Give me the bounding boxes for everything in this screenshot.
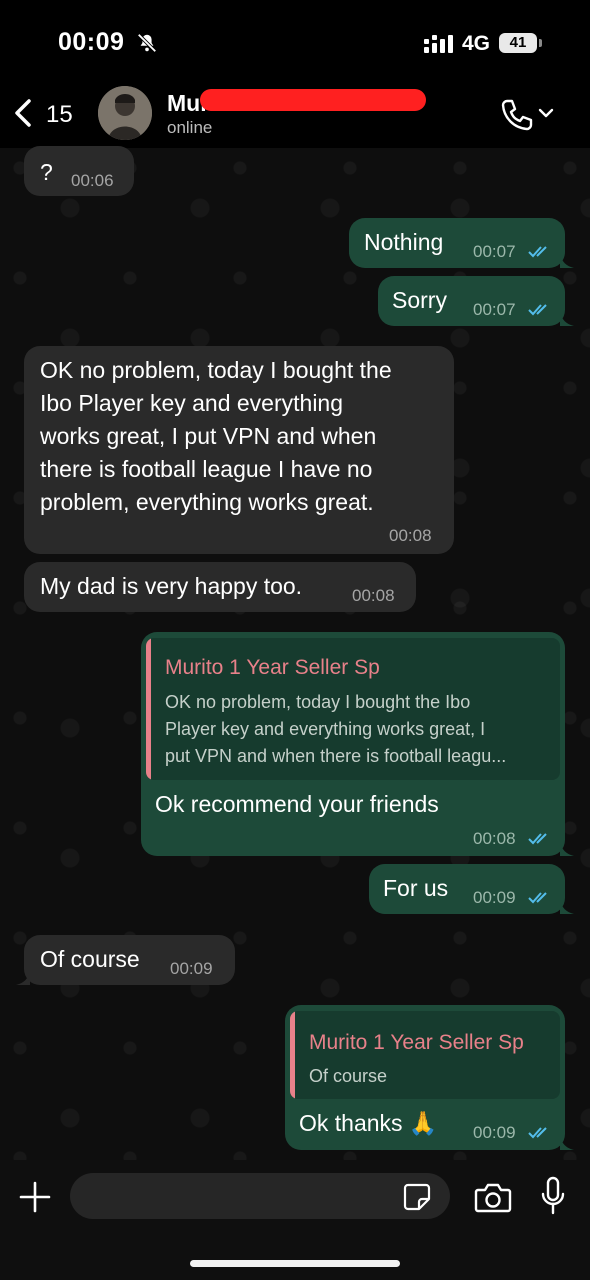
home-indicator	[190, 1260, 400, 1267]
message-outgoing[interactable]: Murito 1 Year Seller Sp OK no problem, t…	[141, 632, 565, 856]
message-outgoing[interactable]: For us 00:09	[369, 864, 565, 914]
avatar[interactable]	[98, 86, 152, 140]
message-time: 00:07	[473, 300, 516, 319]
double-check-icon	[528, 1127, 547, 1139]
message-time: 00:08	[352, 586, 395, 605]
message-line: works great, I put VPN and when	[40, 423, 377, 449]
message-outgoing[interactable]: Nothing 00:07	[349, 218, 565, 268]
message-time: 00:09	[473, 1123, 516, 1142]
microphone-icon[interactable]	[540, 1176, 566, 1216]
message-outgoing[interactable]: Sorry 00:07	[378, 276, 565, 326]
message-text: ?	[40, 159, 53, 185]
message-outgoing[interactable]: Murito 1 Year Seller Sp Of course Ok tha…	[285, 1005, 565, 1150]
message-composer	[0, 1160, 590, 1280]
message-incoming[interactable]: ? 00:06	[24, 146, 134, 196]
message-incoming[interactable]: OK no problem, today I bought the Ibo Pl…	[24, 346, 454, 554]
message-time: 00:08	[389, 526, 432, 545]
message-incoming[interactable]: Of course 00:09	[24, 935, 235, 985]
sticker-icon[interactable]	[402, 1182, 432, 1212]
signal-icon	[424, 35, 453, 53]
quote-accent-bar	[146, 638, 151, 780]
quote-author: Murito 1 Year Seller Sp	[309, 1031, 524, 1054]
quote-accent-bar	[290, 1011, 295, 1099]
message-text: Sorry	[392, 287, 447, 313]
chat-header: 15 Muri online	[0, 80, 590, 148]
quote-author: Murito 1 Year Seller Sp	[165, 656, 380, 679]
message-text: My dad is very happy too.	[40, 573, 303, 599]
message-time: 00:09	[170, 959, 213, 978]
message-text: Nothing	[364, 229, 444, 255]
double-check-icon	[528, 304, 547, 316]
message-time: 00:06	[71, 171, 114, 190]
message-line: there is football league I have no	[40, 456, 373, 482]
camera-icon[interactable]	[474, 1180, 512, 1214]
message-text: Of course	[40, 946, 140, 972]
double-check-icon	[528, 892, 547, 904]
double-check-icon	[528, 833, 547, 845]
message-time: 00:09	[473, 888, 516, 907]
message-line: Ibo Player key and everything	[40, 390, 344, 416]
message-text: For us	[383, 875, 449, 901]
double-check-icon	[528, 246, 547, 258]
chevron-down-icon[interactable]	[538, 106, 554, 120]
message-line: problem, everything works great.	[40, 489, 374, 515]
status-time: 00:09	[58, 28, 125, 56]
phone-icon[interactable]	[500, 98, 534, 132]
contact-status: online	[167, 118, 213, 137]
unread-count[interactable]: 15	[46, 101, 73, 129]
quoted-message[interactable]: Murito 1 Year Seller Sp Of course	[290, 1011, 560, 1099]
message-text: Ok recommend your friends	[155, 791, 439, 817]
battery-indicator: 41	[499, 33, 537, 53]
message-line: OK no problem, today I bought the	[40, 357, 392, 383]
battery-tip	[539, 39, 542, 47]
quote-line: Player key and everything works great, I	[165, 719, 486, 739]
status-bar: 00:09 4G 41	[0, 0, 590, 80]
message-input[interactable]	[70, 1173, 450, 1219]
quoted-message[interactable]: Murito 1 Year Seller Sp OK no problem, t…	[146, 638, 560, 780]
message-time: 00:08	[473, 829, 516, 848]
quote-text: Of course	[309, 1066, 388, 1086]
plus-icon[interactable]	[18, 1180, 52, 1214]
message-text: Ok thanks 🙏	[299, 1110, 438, 1136]
network-label: 4G	[462, 32, 491, 55]
back-chevron-icon[interactable]	[12, 98, 34, 128]
message-incoming[interactable]: My dad is very happy too. 00:08	[24, 562, 416, 612]
message-time: 00:07	[473, 242, 516, 261]
quote-line: OK no problem, today I bought the Ibo	[165, 692, 471, 712]
redaction-mark	[200, 89, 426, 111]
quote-line: put VPN and when there is football leagu…	[165, 746, 507, 766]
bell-slash-icon	[137, 33, 157, 53]
